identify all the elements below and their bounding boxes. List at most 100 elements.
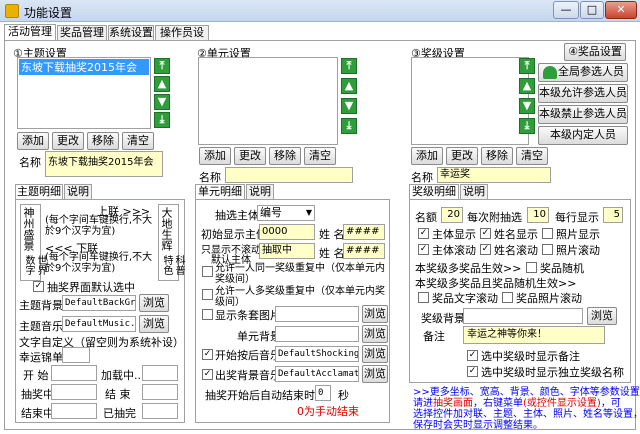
theme-music-field[interactable]: DefaultMusic.mp3 (62, 316, 136, 332)
name-scroll-checkbox[interactable]: ✓ (480, 244, 491, 255)
level-remove-button[interactable]: 移除 (481, 147, 513, 165)
exit-music-checkbox[interactable]: ✓ (202, 369, 213, 380)
move-up-icon[interactable]: ▲ (154, 76, 170, 92)
exit-music-field[interactable]: DefaultAcclamation (275, 366, 359, 382)
init-name-field[interactable]: #### (343, 224, 385, 240)
show-bg-img-checkbox[interactable] (202, 309, 213, 320)
start-music-checkbox[interactable]: ✓ (202, 349, 213, 360)
remark-field[interactable]: 幸运之神等你来！ (463, 326, 605, 344)
allow-same-checkbox[interactable] (202, 266, 213, 277)
unit-add-button[interactable]: 添加 (199, 147, 231, 165)
name-show-checkbox[interactable]: ✓ (480, 228, 491, 239)
show-remark-checkbox[interactable]: ✓ (467, 350, 478, 361)
couplet-right-box[interactable]: 大地生辉 科普特色 (158, 204, 184, 281)
tab-operators[interactable]: 操作员设置 (155, 25, 209, 53)
level-move-down-icon[interactable]: ▼ (519, 98, 535, 114)
prize-random-checkbox[interactable] (526, 262, 537, 273)
allow-multi-checkbox[interactable] (202, 289, 213, 300)
unit-remove-button[interactable]: 移除 (269, 147, 301, 165)
move-top-icon[interactable]: ⤒ (154, 58, 170, 74)
unit-move-up-icon[interactable]: ▲ (341, 78, 357, 94)
level-edit-button[interactable]: 更改 (446, 147, 478, 165)
unit-list[interactable] (198, 57, 338, 145)
theme-clear-button[interactable]: 清空 (122, 132, 154, 150)
start-field[interactable] (51, 365, 97, 381)
photo-show-checkbox[interactable] (542, 228, 553, 239)
theme-list[interactable]: 东坡下载抽奖2015年会 (17, 57, 151, 129)
level-name-field[interactable]: 幸运奖 (437, 167, 551, 183)
subject-show-checkbox[interactable]: ✓ (418, 228, 429, 239)
subtab-level-help[interactable]: 说明 (460, 184, 488, 200)
subtab-unit-detail[interactable]: 单元明细 (195, 184, 245, 200)
theme-bg-field[interactable]: DefaultBackGrou (62, 295, 136, 311)
minimize-button[interactable]: — (553, 1, 579, 19)
allowed-participants-button[interactable]: 本级允许参选人员 (538, 84, 628, 103)
default-select-checkbox[interactable]: ✓ (33, 281, 44, 292)
prize-level-list[interactable] (411, 57, 529, 145)
level-bg-browse-button[interactable]: 浏览 (587, 307, 617, 325)
drawing-field[interactable] (51, 384, 97, 400)
static-name-field[interactable]: #### (343, 243, 385, 259)
unit-name-field[interactable] (225, 167, 353, 183)
move-down-icon[interactable]: ▼ (154, 94, 170, 110)
prize-text-scroll-checkbox[interactable] (418, 292, 429, 303)
theme-add-button[interactable]: 添加 (17, 132, 49, 150)
theme-music-browse-button[interactable]: 浏览 (139, 315, 169, 333)
static-subject-field[interactable]: 抽取中 (259, 243, 315, 259)
preset-winners-button[interactable]: 本级内定人员 (538, 126, 628, 145)
theme-name-field[interactable]: 东坡下载抽奖2015年会 (45, 151, 163, 177)
theme-list-item[interactable]: 东坡下载抽奖2015年会 (19, 59, 149, 75)
prize-settings-button[interactable]: ④奖品设置 (564, 43, 626, 61)
subject-scroll-checkbox[interactable]: ✓ (418, 244, 429, 255)
unit-move-bottom-icon[interactable]: ⤓ (341, 118, 357, 134)
show-name-checkbox[interactable]: ✓ (467, 366, 478, 377)
prize-photo-scroll-checkbox[interactable] (502, 292, 513, 303)
unit-clear-button[interactable]: 清空 (304, 147, 336, 165)
subtab-level-detail[interactable]: 奖级明细 (409, 184, 459, 200)
level-clear-button[interactable]: 清空 (516, 147, 548, 165)
row-field[interactable]: 5 (603, 207, 623, 223)
move-bottom-icon[interactable]: ⤓ (154, 112, 170, 128)
theme-bg-browse-button[interactable]: 浏览 (139, 294, 169, 312)
tab-system[interactable]: 系统设置 (108, 25, 154, 41)
level-bg-field[interactable] (463, 308, 583, 324)
tab-prizes[interactable]: 奖品管理 (57, 25, 107, 41)
theme-remove-button[interactable]: 移除 (87, 132, 119, 150)
level-move-bottom-icon[interactable]: ⤓ (519, 118, 535, 134)
forbidden-participants-button[interactable]: 本级禁止参选人员 (538, 105, 628, 124)
unit-move-top-icon[interactable]: ⤒ (341, 58, 357, 74)
end-field[interactable] (142, 384, 178, 400)
show-name-label: 选中奖级时显示独立奖级名称 (481, 366, 624, 379)
level-add-button[interactable]: 添加 (411, 147, 443, 165)
show-bg-img-field[interactable] (275, 306, 359, 322)
global-participants-button[interactable]: 全局参选人员 (538, 63, 628, 82)
draw-subject-select[interactable]: 编号 ▼ (257, 205, 315, 221)
maximize-button[interactable]: □ (580, 1, 604, 19)
drawn-field[interactable] (142, 403, 178, 419)
level-move-top-icon[interactable]: ⤒ (519, 58, 535, 74)
couplet-left-box[interactable]: 神州盛景 世界数字 (20, 204, 46, 281)
photo-scroll-checkbox[interactable] (542, 244, 553, 255)
start-music-browse-button[interactable]: 浏览 (362, 345, 388, 363)
count-field[interactable]: 20 (441, 207, 463, 223)
subtab-theme-detail[interactable]: 主题明细 (15, 184, 63, 200)
welcome-field[interactable] (62, 347, 90, 363)
close-button[interactable]: ✕ (605, 1, 637, 19)
show-bg-img-browse-button[interactable]: 浏览 (362, 305, 388, 323)
subtab-theme-help[interactable]: 说明 (64, 184, 92, 200)
each-field[interactable]: 10 (527, 207, 549, 223)
unit-bg-field[interactable] (275, 326, 359, 342)
auto-end-field[interactable]: 0 (315, 385, 331, 401)
unit-bg-browse-button[interactable]: 浏览 (362, 325, 388, 343)
subtab-unit-help[interactable]: 说明 (246, 184, 274, 200)
theme-edit-button[interactable]: 更改 (52, 132, 84, 150)
init-subject-field[interactable]: 0000 (259, 224, 315, 240)
start-music-field[interactable]: DefaultShocking.m (275, 346, 359, 362)
photo-scroll-label: 照片滚动 (556, 244, 600, 257)
ended-field[interactable] (51, 403, 97, 419)
exit-music-browse-button[interactable]: 浏览 (362, 365, 388, 383)
level-move-up-icon[interactable]: ▲ (519, 78, 535, 94)
loading-field[interactable] (142, 365, 178, 381)
unit-move-down-icon[interactable]: ▼ (341, 98, 357, 114)
unit-edit-button[interactable]: 更改 (234, 147, 266, 165)
